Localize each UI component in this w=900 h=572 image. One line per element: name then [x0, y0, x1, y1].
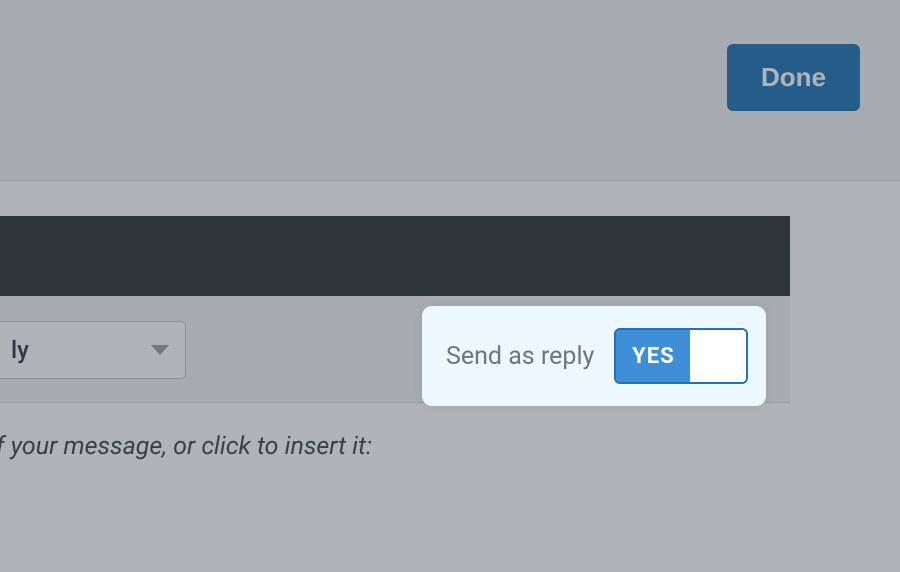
toggle-thumb [690, 330, 746, 382]
reply-type-dropdown[interactable]: ly [0, 321, 186, 379]
done-button[interactable]: Done [727, 44, 860, 111]
dropdown-label: ly [11, 336, 29, 364]
hint-text: f your message, or click to insert it: [0, 432, 372, 461]
send-as-reply-label: Send as reply [446, 342, 594, 371]
chevron-down-icon [151, 345, 169, 355]
panel-header [0, 216, 790, 296]
send-as-reply-toggle[interactable]: YES [614, 328, 748, 384]
toggle-yes-label: YES [616, 330, 690, 382]
send-as-reply-callout: Send as reply YES [422, 306, 766, 406]
